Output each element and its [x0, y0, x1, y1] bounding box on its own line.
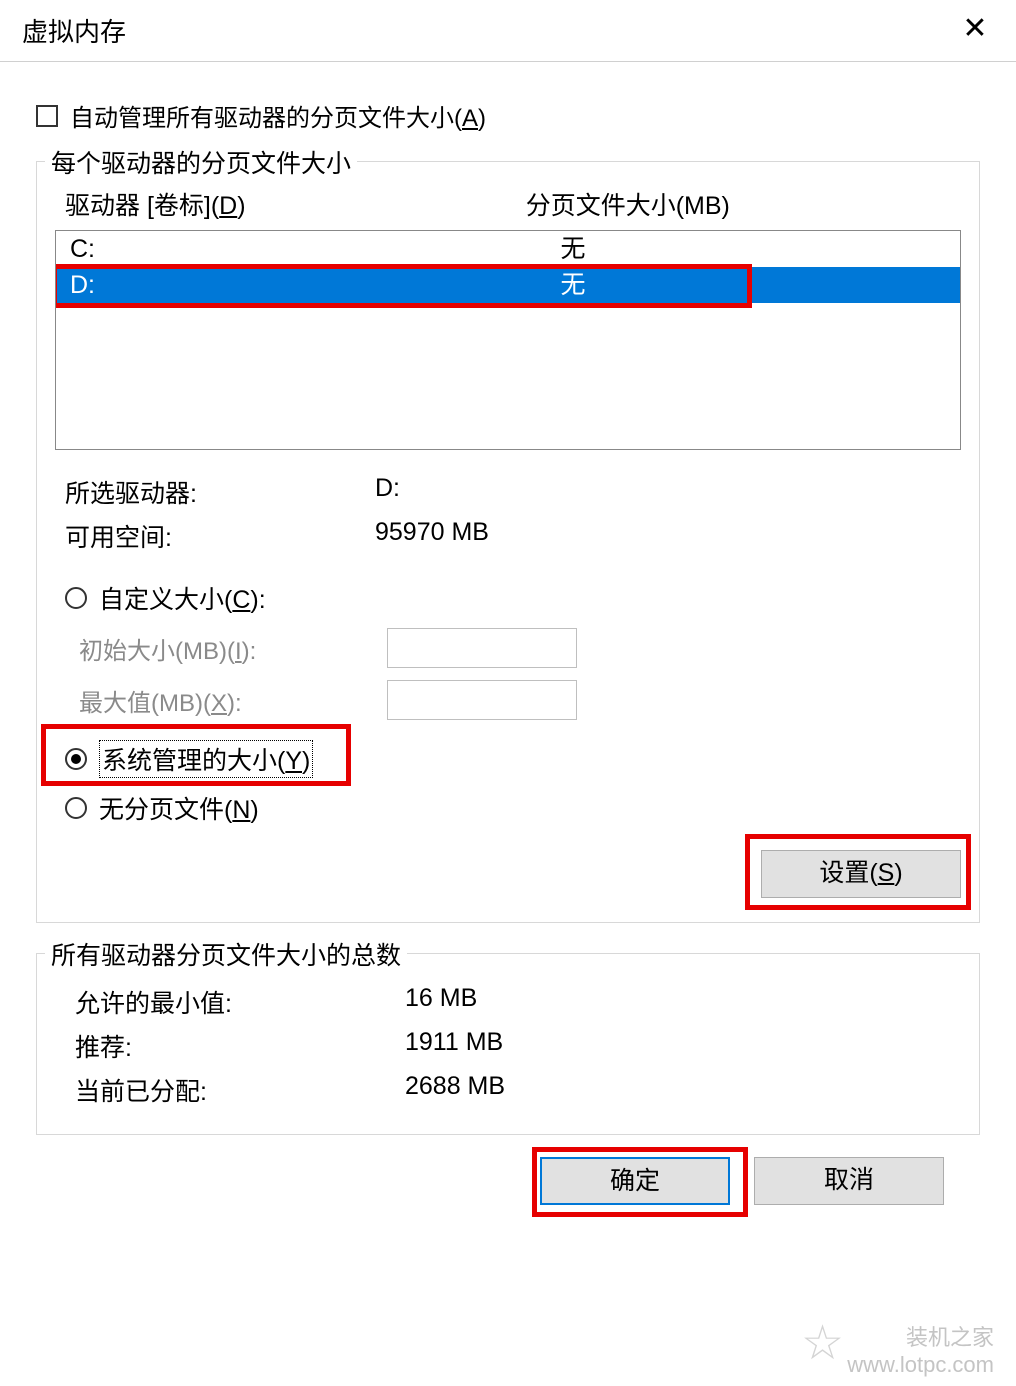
- min-label: 允许的最小值:: [75, 984, 405, 1020]
- watermark-line2: www.lotpc.com: [847, 1352, 994, 1378]
- window-title: 虚拟内存: [22, 12, 126, 49]
- radio-icon: [65, 797, 87, 819]
- selected-drive-value: D:: [375, 474, 400, 510]
- close-icon[interactable]: ✕: [952, 8, 998, 54]
- checkbox-icon: [36, 105, 58, 127]
- totals-group: 所有驱动器分页文件大小的总数 允许的最小值: 16 MB 推荐: 1911 MB…: [36, 953, 980, 1135]
- title-bar: 虚拟内存 ✕: [0, 0, 1016, 62]
- drive-list-headers: 驱动器 [卷标](D) 分页文件大小(MB): [55, 186, 961, 230]
- list-item[interactable]: D: 无: [56, 267, 960, 303]
- set-button[interactable]: 设置(S): [761, 850, 961, 898]
- min-row: 允许的最小值: 16 MB: [65, 980, 961, 1024]
- cur-row: 当前已分配: 2688 MB: [65, 1068, 961, 1112]
- selected-drive-row: 所选驱动器: D:: [55, 470, 961, 514]
- dialog-content: 自动管理所有驱动器的分页文件大小(A) 每个驱动器的分页文件大小 驱动器 [卷标…: [0, 62, 1016, 1205]
- watermark-line1: 装机之家: [847, 1325, 994, 1351]
- max-size-row: 最大值(MB)(X):: [55, 674, 961, 726]
- per-drive-group: 每个驱动器的分页文件大小 驱动器 [卷标](D) 分页文件大小(MB) C: 无…: [36, 161, 980, 923]
- system-managed-label: 系统管理的大小(Y): [99, 740, 313, 778]
- dialog-footer: 确定 取消: [36, 1135, 980, 1205]
- radio-icon: [65, 587, 87, 609]
- free-space-row: 可用空间: 95970 MB: [55, 514, 961, 558]
- free-space-label: 可用空间:: [65, 518, 375, 554]
- no-paging-label: 无分页文件(N): [99, 790, 259, 826]
- watermark: ☆ 装机之家 www.lotpc.com: [847, 1325, 994, 1378]
- auto-manage-checkbox[interactable]: 自动管理所有驱动器的分页文件大小(A): [36, 98, 980, 133]
- max-size-label: 最大值(MB)(X):: [79, 683, 379, 718]
- drive-list[interactable]: C: 无 D: 无: [55, 230, 961, 450]
- list-item[interactable]: C: 无: [56, 231, 960, 267]
- auto-manage-label: 自动管理所有驱动器的分页文件大小(A): [70, 98, 486, 133]
- cur-value: 2688 MB: [405, 1072, 505, 1108]
- system-managed-radio[interactable]: 系统管理的大小(Y): [55, 734, 961, 784]
- col-drive-header: 驱动器 [卷标](D): [65, 186, 526, 222]
- star-icon: ☆: [801, 1315, 844, 1373]
- max-size-input[interactable]: [387, 680, 577, 720]
- rec-label: 推荐:: [75, 1028, 405, 1064]
- cur-label: 当前已分配:: [75, 1072, 405, 1108]
- no-paging-radio[interactable]: 无分页文件(N): [55, 784, 961, 832]
- min-value: 16 MB: [405, 984, 477, 1020]
- initial-size-input[interactable]: [387, 628, 577, 668]
- selected-drive-label: 所选驱动器:: [65, 474, 375, 510]
- radio-icon: [65, 748, 87, 770]
- per-drive-legend: 每个驱动器的分页文件大小: [45, 144, 357, 180]
- initial-size-label: 初始大小(MB)(I):: [79, 631, 379, 666]
- free-space-value: 95970 MB: [375, 518, 489, 554]
- cancel-button[interactable]: 取消: [754, 1157, 944, 1205]
- ok-button[interactable]: 确定: [540, 1157, 730, 1205]
- col-size-header: 分页文件大小(MB): [526, 186, 951, 222]
- rec-value: 1911 MB: [405, 1028, 503, 1064]
- initial-size-row: 初始大小(MB)(I):: [55, 622, 961, 674]
- custom-size-label: 自定义大小(C):: [99, 580, 266, 616]
- totals-legend: 所有驱动器分页文件大小的总数: [45, 936, 407, 972]
- custom-size-radio[interactable]: 自定义大小(C):: [55, 574, 961, 622]
- rec-row: 推荐: 1911 MB: [65, 1024, 961, 1068]
